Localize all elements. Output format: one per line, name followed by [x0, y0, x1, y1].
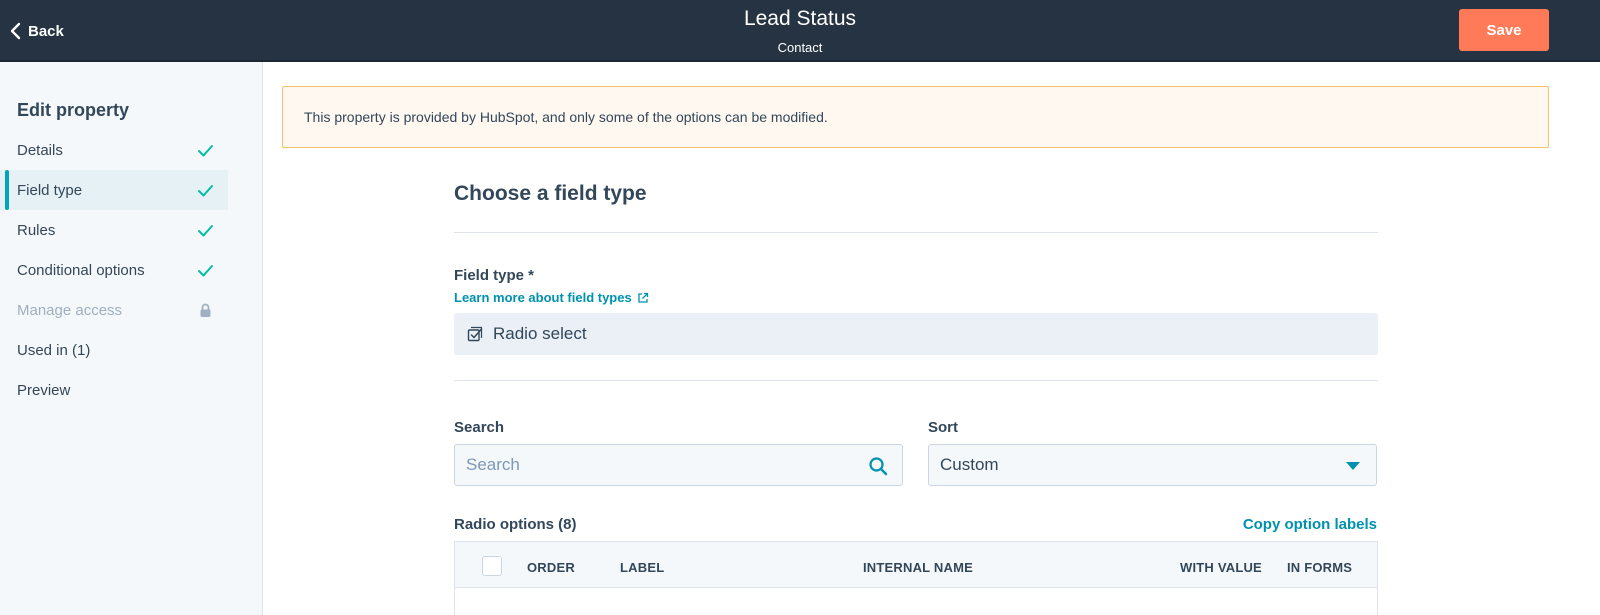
- sidebar-item-manage-access: Manage access: [0, 290, 228, 330]
- sidebar-item-label: Used in (1): [17, 341, 91, 359]
- caret-down-icon: [1346, 462, 1360, 470]
- save-button[interactable]: Save: [1459, 9, 1549, 51]
- back-label: Back: [28, 22, 64, 40]
- learn-more-label: Learn more about field types: [454, 290, 632, 305]
- sidebar-item-label: Details: [17, 141, 63, 159]
- column-header-order[interactable]: ORDER: [527, 560, 575, 575]
- page-subtitle: Contact: [777, 40, 823, 55]
- options-table-header: ORDER LABEL INTERNAL NAME WITH VALUE IN …: [454, 541, 1378, 588]
- sidebar: Edit property Details Field type Rules C…: [0, 62, 263, 615]
- info-banner: This property is provided by HubSpot, an…: [282, 86, 1549, 148]
- select-all-checkbox[interactable]: [482, 556, 502, 576]
- radio-select-icon: [467, 326, 483, 342]
- sidebar-item-field-type[interactable]: Field type: [0, 170, 228, 210]
- field-type-value: Radio select: [493, 324, 587, 343]
- sidebar-item-rules[interactable]: Rules: [0, 210, 228, 250]
- sidebar-item-label: Conditional options: [17, 261, 145, 279]
- search-input[interactable]: [455, 445, 902, 485]
- radio-options-label: Radio options (8): [454, 516, 577, 533]
- sidebar-item-conditional-options[interactable]: Conditional options: [0, 250, 228, 290]
- page-title: Lead Status: [743, 7, 857, 30]
- check-icon: [198, 265, 213, 277]
- sidebar-title: Edit property: [17, 100, 130, 120]
- sidebar-item-details[interactable]: Details: [0, 130, 228, 170]
- column-header-internal-name[interactable]: INTERNAL NAME: [863, 560, 973, 575]
- sidebar-item-used-in[interactable]: Used in (1): [0, 330, 228, 370]
- sort-dropdown[interactable]: Custom: [928, 444, 1377, 486]
- search-label: Search: [454, 419, 505, 436]
- sort-label: Sort: [928, 419, 958, 436]
- check-icon: [198, 145, 213, 157]
- check-icon: [198, 225, 213, 237]
- divider: [454, 232, 1378, 233]
- sidebar-item-label: Field type: [17, 181, 83, 199]
- sidebar-item-label: Manage access: [17, 301, 123, 319]
- options-table-body: [454, 588, 1378, 615]
- chevron-left-icon: [10, 22, 21, 40]
- banner-text: This property is provided by HubSpot, an…: [304, 109, 828, 125]
- column-header-in-forms[interactable]: IN FORMS: [1287, 560, 1352, 575]
- sidebar-nav: Details Field type Rules Conditional opt…: [0, 130, 228, 410]
- sidebar-item-label: Preview: [17, 381, 71, 399]
- external-link-icon: [638, 292, 648, 303]
- column-header-label[interactable]: LABEL: [620, 560, 664, 575]
- sort-value: Custom: [940, 455, 999, 474]
- column-header-with-value[interactable]: WITH VALUE: [1180, 560, 1262, 575]
- learn-more-link[interactable]: Learn more about field types: [454, 290, 649, 305]
- section-title: Choose a field type: [454, 182, 647, 205]
- copy-option-labels-link[interactable]: Copy option labels: [1243, 516, 1377, 533]
- divider: [454, 380, 1378, 381]
- field-type-select: Radio select: [454, 313, 1378, 355]
- search-field: [454, 444, 903, 486]
- search-icon[interactable]: [868, 456, 888, 476]
- back-button[interactable]: Back: [8, 14, 64, 48]
- sidebar-item-label: Rules: [17, 221, 56, 239]
- title-block: Lead Status Contact: [0, 7, 1600, 55]
- sidebar-item-preview[interactable]: Preview: [0, 370, 228, 410]
- field-type-label: Field type *: [454, 267, 535, 284]
- lock-icon: [200, 303, 211, 317]
- check-icon: [198, 185, 213, 197]
- top-header: Back Lead Status Contact Save: [0, 0, 1600, 62]
